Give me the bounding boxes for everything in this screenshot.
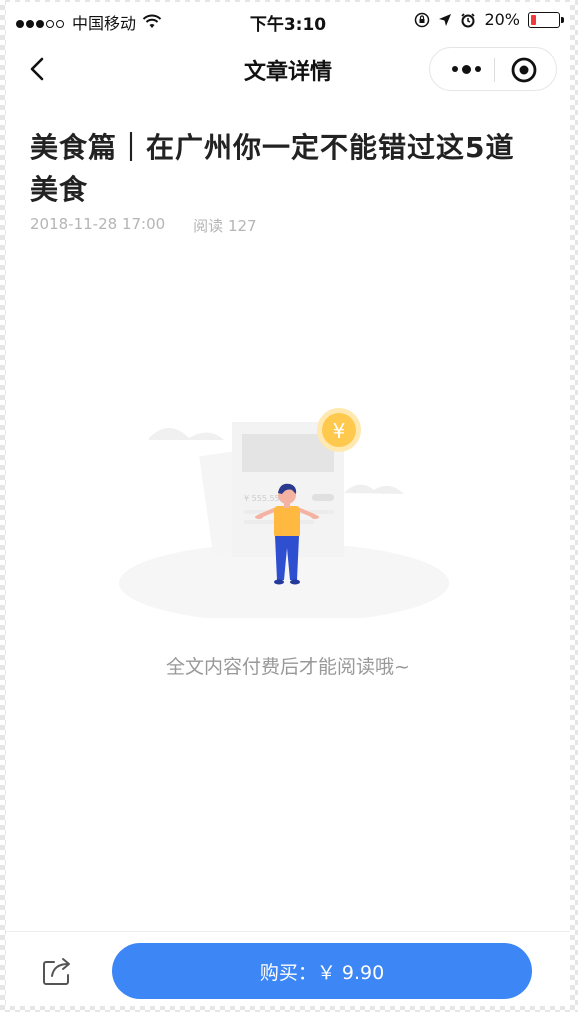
status-bar: 中国移动 下午3:10 20% — [6, 2, 570, 42]
capsule-divider — [494, 58, 495, 82]
card-price: ¥ 555.55 — [244, 494, 280, 503]
orientation-lock-icon — [415, 12, 430, 27]
coin-icon: ¥ — [317, 408, 361, 452]
buy-button[interactable]: 购买：￥ 9.90 — [112, 943, 532, 999]
paywall-illustration: ¥ 555.55 ¥ — [119, 408, 449, 618]
nav-bar: 文章详情 — [6, 42, 570, 96]
close-miniprogram-icon[interactable] — [510, 56, 538, 84]
alarm-clock-icon — [461, 12, 476, 27]
share-icon[interactable] — [40, 954, 74, 988]
battery-percent: 20% — [484, 10, 520, 29]
location-arrow-icon — [439, 13, 452, 26]
article-meta: 2018-11-28 17:00 阅读 127 — [30, 215, 257, 236]
battery-icon — [528, 11, 564, 28]
app-screen: 中国移动 下午3:10 20% 文章详情 美食篇｜在广州你一定不能错过这5道美食… — [6, 2, 570, 1006]
read-count: 阅读 127 — [193, 217, 257, 235]
coin-symbol: ¥ — [333, 419, 346, 443]
bottom-action-bar: 购买：￥ 9.90 — [6, 931, 570, 1006]
status-right: 20% — [414, 10, 564, 29]
article-title: 美食篇｜在广州你一定不能错过这5道美食 — [30, 131, 515, 206]
publish-date: 2018-11-28 17:00 — [30, 215, 166, 233]
miniprogram-capsule — [429, 47, 557, 91]
more-options-icon[interactable] — [440, 48, 492, 90]
paywall-message: 全文内容付费后才能阅读哦~ — [166, 656, 410, 678]
